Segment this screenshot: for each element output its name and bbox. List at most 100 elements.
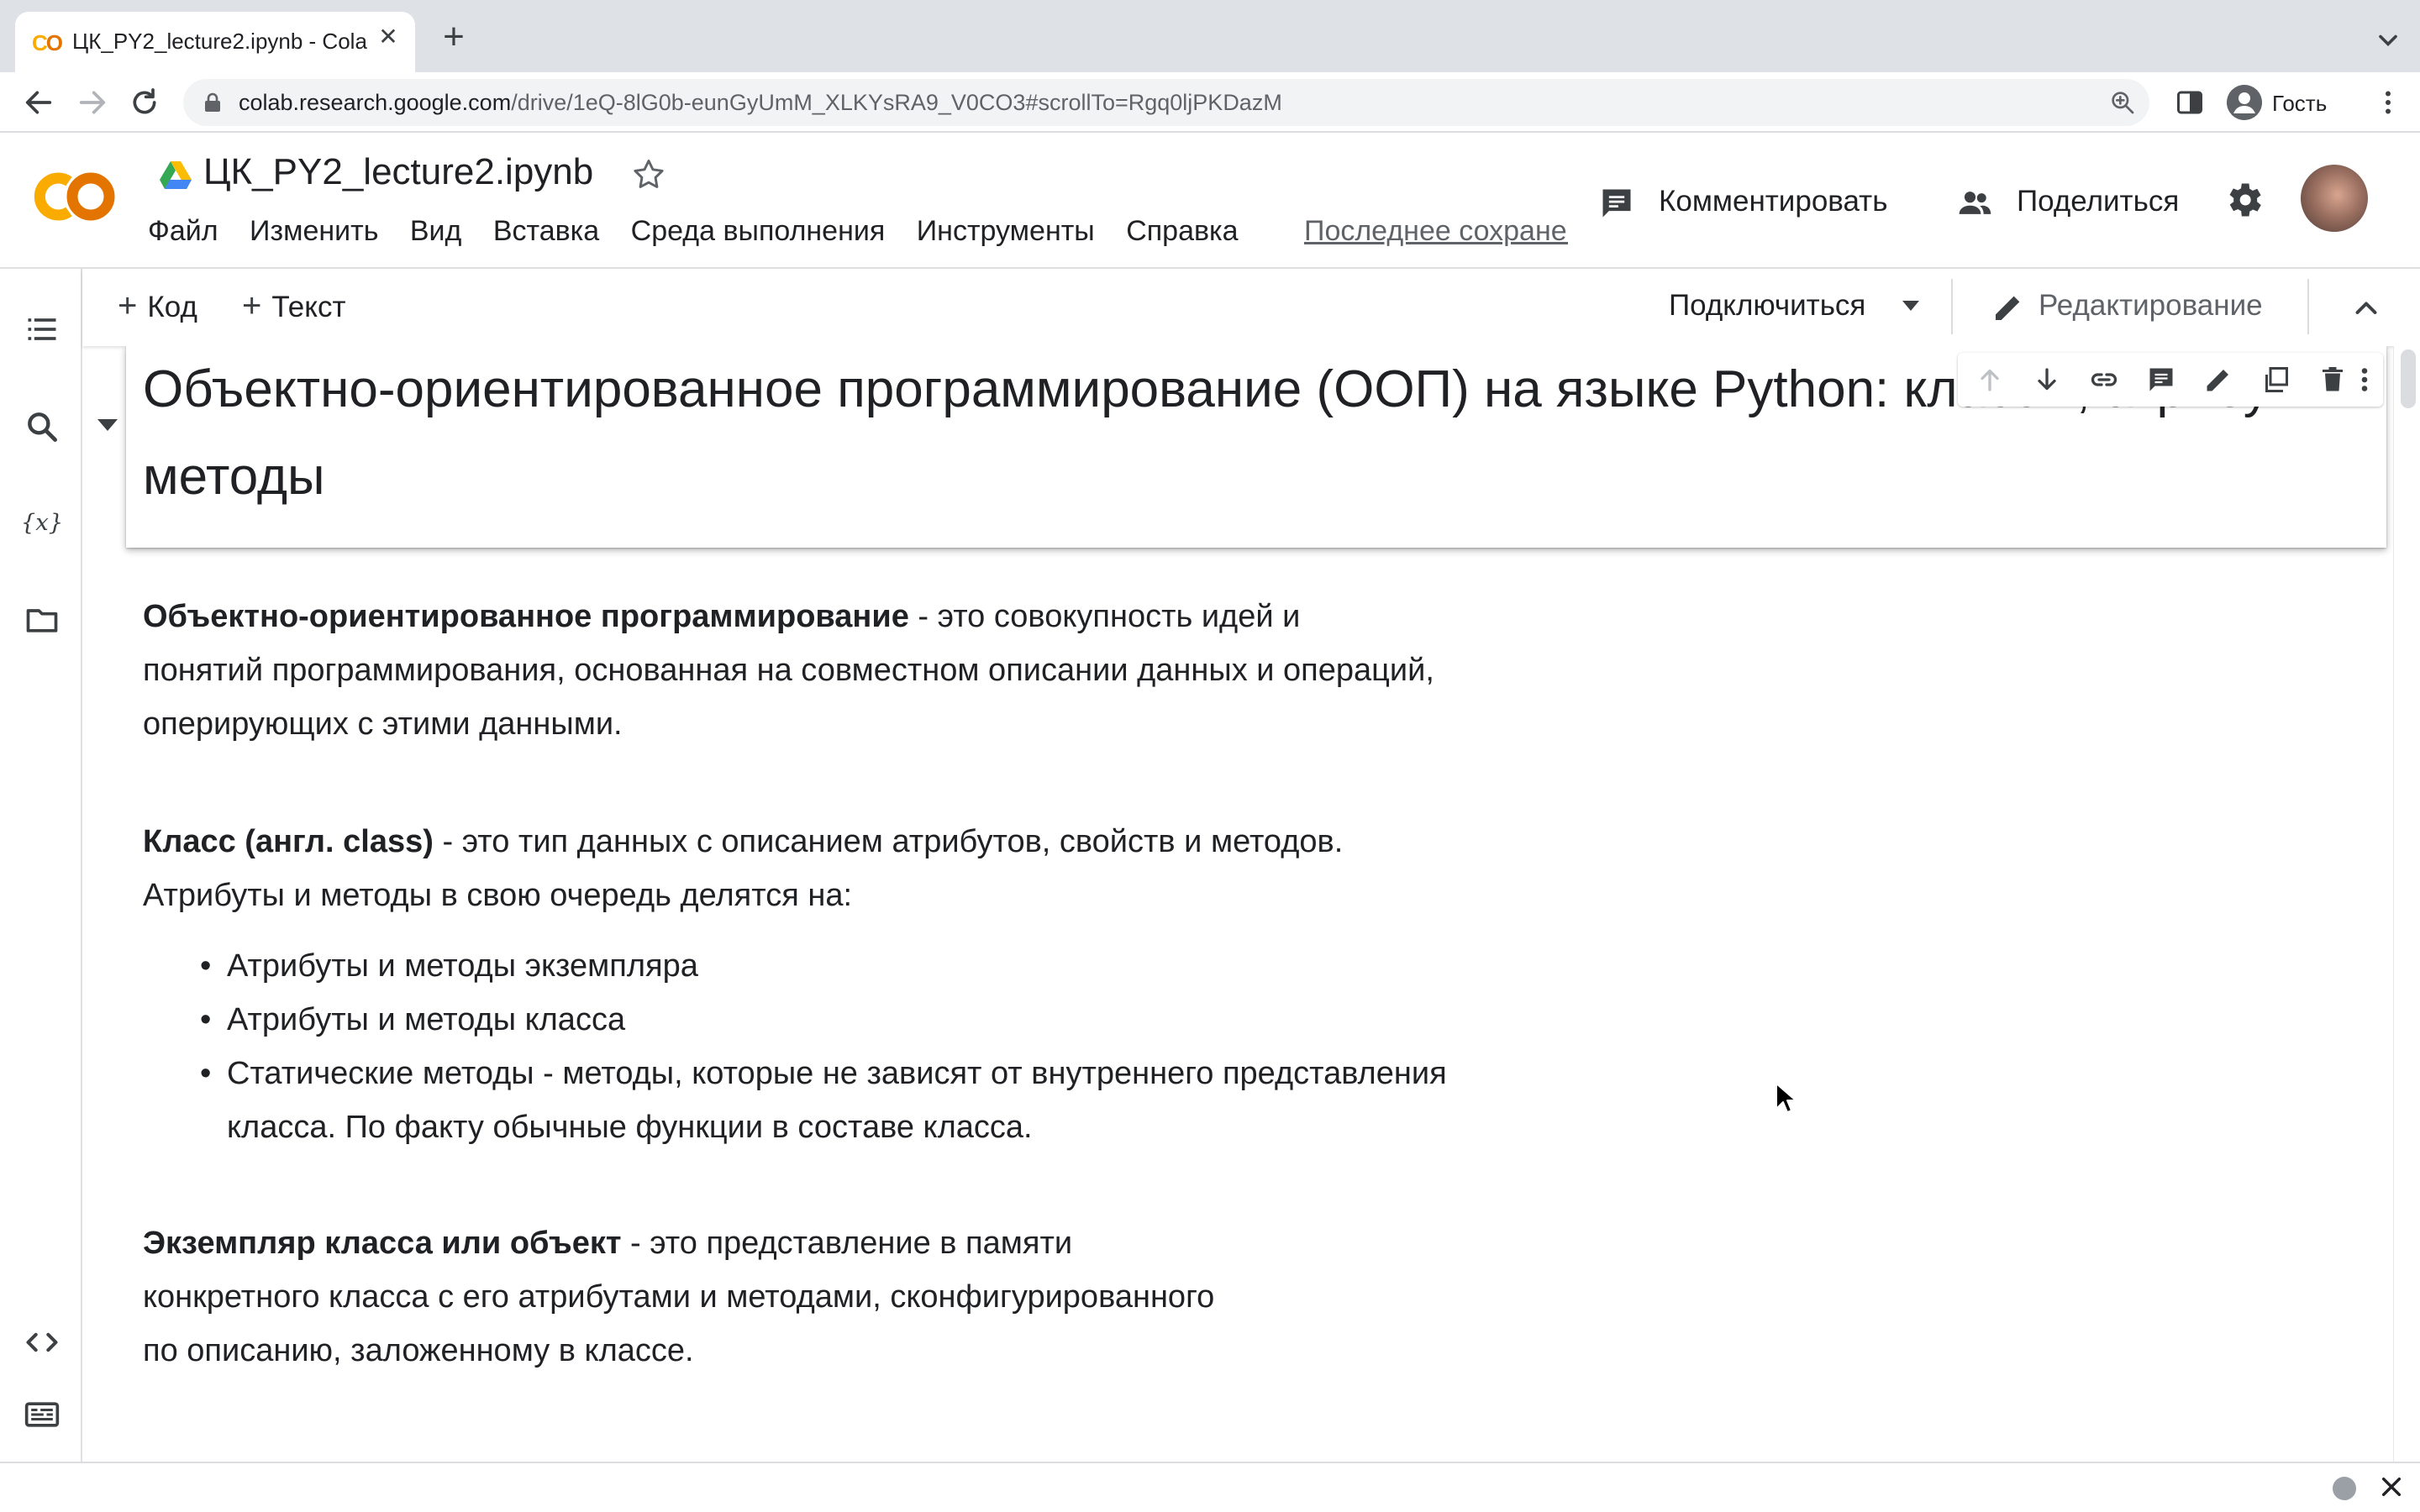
plus-icon: + [118, 287, 138, 324]
guest-avatar-icon [2227, 85, 2262, 120]
term-oop: Объектно-ориентированное программировани… [143, 599, 909, 634]
notebook-title[interactable]: ЦК_PY2_lecture2.ipynb [203, 151, 593, 193]
variables-icon[interactable]: {x} [24, 504, 60, 541]
menu-view[interactable]: Вид [410, 215, 462, 248]
colab-header: ЦК_PY2_lecture2.ipynb Файл Изменить Вид … [0, 133, 2420, 269]
runtime-status-indicator[interactable] [2333, 1477, 2356, 1500]
side-panel-icon[interactable] [2175, 87, 2205, 118]
address-bar[interactable]: colab.research.google.com/drive/1eQ-8lG0… [183, 79, 2149, 126]
menu-edit[interactable]: Изменить [250, 215, 378, 248]
text-line: Статические методы - методы, которые не … [227, 1056, 1447, 1091]
share-label: Поделиться [2017, 185, 2180, 218]
pencil-icon [1996, 296, 2020, 320]
mouse-cursor-icon [1776, 1083, 1797, 1113]
search-icon[interactable] [24, 408, 60, 445]
menu-insert[interactable]: Вставка [493, 215, 599, 248]
markdown-paragraph-instance: Экземпляр класса или объект - это предст… [143, 1216, 1214, 1378]
add-code-label: Код [147, 291, 197, 323]
folder-icon[interactable] [24, 601, 60, 638]
vertical-scrollbar[interactable] [2393, 346, 2420, 1462]
colab-menubar: Файл Изменить Вид Вставка Среда выполнен… [148, 215, 1266, 252]
tab-search-chevron-icon[interactable] [2373, 25, 2403, 55]
menu-file[interactable]: Файл [148, 215, 218, 248]
reload-icon[interactable] [128, 86, 161, 119]
menu-runtime[interactable]: Среда выполнения [631, 215, 886, 248]
new-tab-button[interactable]: + [437, 18, 471, 55]
pencil-icon[interactable] [2203, 365, 2233, 395]
text-line: - это совокупность идей и [908, 599, 1301, 634]
lock-icon[interactable] [203, 92, 222, 113]
table-of-contents-icon[interactable] [24, 311, 60, 348]
url-text[interactable]: colab.research.google.com/drive/1eQ-8lG0… [239, 90, 1282, 116]
markdown-paragraph-oop: Объектно-ориентированное программировани… [143, 590, 1434, 751]
bullet-list: Атрибуты и методы экземпляра Атрибуты и … [143, 939, 1447, 1154]
text-line: - это представление в памяти [621, 1226, 1073, 1261]
section-collapse-caret-icon[interactable] [96, 417, 119, 433]
list-item: Статические методы - методы, которые не … [143, 1047, 1447, 1154]
term-class: Класс (англ. class) [143, 824, 434, 859]
text-line: - это тип данных с описанием атрибутов, … [433, 824, 1344, 859]
plus-icon: + [242, 287, 262, 324]
add-text-label: Текст [271, 291, 346, 323]
list-item: Атрибуты и методы экземпляра [143, 939, 1447, 993]
text-line: конкретного класса с его атрибутами и ме… [143, 1279, 1215, 1315]
notebook-toolbar: + Код + Текст Подключиться Редактирование [82, 269, 2420, 346]
cell-toolbar [1958, 353, 2383, 407]
text-line: класса. По факту обычные функции в соста… [227, 1110, 1033, 1145]
gear-icon[interactable] [2222, 178, 2265, 222]
editing-mode-label: Редактирование [2039, 289, 2263, 322]
close-icon[interactable] [2378, 1473, 2405, 1500]
link-icon[interactable] [2089, 365, 2119, 395]
profile-label: Гость [2272, 91, 2328, 116]
browser-tab[interactable]: CO ЦК_PY2_lecture2.ipynb - Colab ✕ [15, 12, 415, 72]
google-drive-icon[interactable] [160, 161, 192, 190]
command-palette-icon[interactable] [24, 1396, 60, 1433]
chevron-up-icon[interactable] [2351, 292, 2381, 323]
heading-cell[interactable]: Объектно-ориентированное программировани… [126, 346, 2386, 548]
caret-down-icon[interactable] [1901, 299, 1921, 312]
forward-arrow-icon[interactable] [76, 86, 109, 119]
text-line: Атрибуты и методы в свою очередь делятся… [143, 878, 853, 913]
menu-tools[interactable]: Инструменты [917, 215, 1095, 248]
notebook-content: Объектно-ориентированное программировани… [84, 346, 2393, 1462]
toolbar-divider [2307, 279, 2309, 334]
move-up-icon[interactable] [1975, 365, 2005, 395]
term-instance: Экземпляр класса или объект [143, 1226, 622, 1261]
text-line: по описанию, заложенному в классе. [143, 1333, 694, 1368]
colab-favicon-icon: CO [32, 30, 63, 55]
connect-button[interactable]: Подключиться [1669, 289, 1865, 323]
toolbar-divider [1951, 279, 1953, 334]
colab-logo[interactable] [30, 170, 118, 223]
markdown-paragraph-class: Класс (англ. class) - это тип данных с о… [143, 815, 1447, 1154]
text-line: оперирующих с этими данными. [143, 706, 623, 742]
left-sidebar: {x} [0, 269, 82, 1462]
add-code-button[interactable]: + Код [118, 287, 197, 325]
tab-close-icon[interactable]: ✕ [375, 24, 402, 50]
profile-button[interactable]: Гость [2222, 77, 2353, 128]
menu-help[interactable]: Справка [1126, 215, 1238, 248]
comment-label: Комментировать [1659, 185, 1888, 218]
text-line: понятий программирования, основанная на … [143, 653, 1434, 688]
delete-icon[interactable] [2317, 365, 2348, 395]
browser-tab-strip: CO ЦК_PY2_lecture2.ipynb - Colab ✕ + [0, 0, 2420, 72]
scrollbar-thumb[interactable] [2401, 349, 2416, 408]
user-avatar[interactable] [2301, 165, 2368, 232]
zoom-icon[interactable] [2109, 89, 2136, 116]
move-down-icon[interactable] [2032, 365, 2062, 395]
back-arrow-icon[interactable] [22, 86, 55, 119]
svg-text:{x}: {x} [24, 509, 60, 536]
star-icon[interactable] [630, 156, 667, 193]
more-vertical-icon[interactable] [2353, 365, 2376, 395]
browser-menu-icon[interactable] [2373, 86, 2403, 119]
comment-icon [1602, 189, 1631, 218]
code-snippets-icon[interactable] [24, 1324, 60, 1361]
last-saved-link[interactable]: Последнее сохранение [1304, 215, 1568, 248]
status-bar [0, 1462, 2420, 1512]
people-icon [1959, 192, 1991, 214]
mirror-cell-icon[interactable] [2260, 365, 2291, 395]
list-item: Атрибуты и методы класса [143, 993, 1447, 1047]
browser-toolbar: colab.research.google.com/drive/1eQ-8lG0… [0, 72, 2420, 133]
tab-title: ЦК_PY2_lecture2.ipynb - Colab [72, 29, 368, 54]
comment-icon[interactable] [2146, 365, 2176, 395]
add-text-button[interactable]: + Текст [242, 287, 345, 325]
